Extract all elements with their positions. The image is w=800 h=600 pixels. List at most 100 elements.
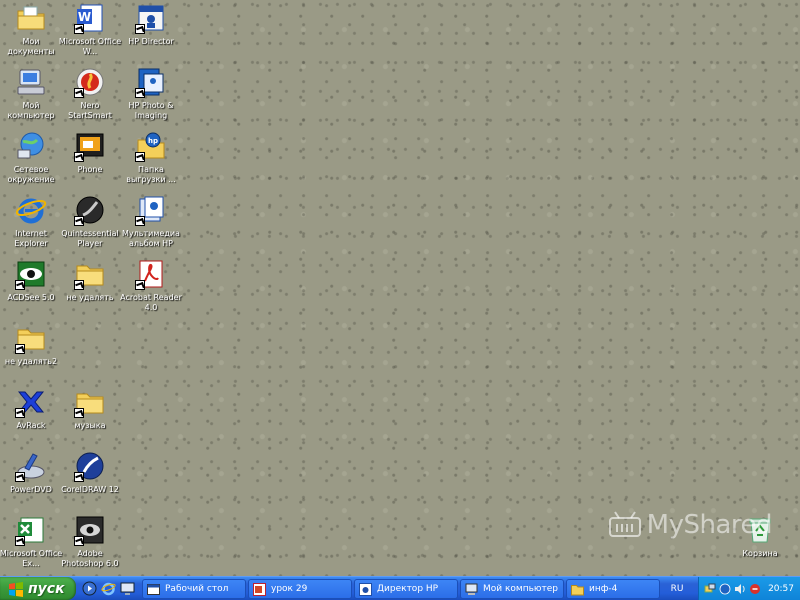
task-button-desktop[interactable]: Рабочий стол (142, 579, 246, 599)
tray-volume-icon[interactable] (734, 583, 746, 595)
desktop-icon-hp-folder[interactable]: hp Папка выгрузки ... (119, 130, 183, 185)
system-tray: 20:57 (698, 577, 800, 600)
photoshop-icon (74, 514, 106, 546)
shortcut-arrow-icon (135, 216, 145, 226)
quick-launch-ie-icon[interactable] (101, 581, 116, 596)
shortcut-arrow-icon (15, 280, 25, 290)
tray-network-icon[interactable] (704, 583, 716, 595)
language-indicator[interactable]: RU (664, 579, 690, 599)
task-button-label: урок 29 (271, 584, 308, 594)
shortcut-arrow-icon (15, 536, 25, 546)
desktop-icon-label: Microsoft Office Ex... (0, 549, 63, 568)
desktop-icon-label: Acrobat Reader 4.0 (120, 293, 182, 312)
coreldraw-icon (74, 450, 106, 482)
desktop-icon-powerdvd[interactable]: PowerDVD (0, 450, 63, 495)
desktop-icon-my-computer[interactable]: Мой компьютер (0, 66, 63, 121)
desktop-icon-label: ACDSee 5.0 (7, 293, 55, 302)
desktop-icon-quintessential[interactable]: Quintessential Player (58, 194, 122, 249)
desktop-icon-nero[interactable]: Nero StartSmart (58, 66, 122, 121)
desktop-icon-label: Папка выгрузки ... (126, 165, 176, 184)
start-button[interactable]: пуск (0, 577, 76, 600)
task-button-label: Мой компьютер (483, 584, 558, 594)
desktop-icon-label: HP Director (128, 37, 174, 46)
desktop-icon-hp-photo[interactable]: HP Photo & Imaging (119, 66, 183, 121)
myshared-logo-icon (608, 511, 641, 537)
desktop-icon-label: Мой компьютер (7, 101, 55, 120)
desktop-icon-photoshop[interactable]: Adobe Photoshop 6.0 (58, 514, 122, 569)
desktop-icon-avrack[interactable]: AvRack (0, 386, 63, 431)
folder-icon (74, 258, 106, 290)
task-button-inf-4[interactable]: инф-4 (566, 579, 660, 599)
quick-launch (82, 581, 135, 596)
quick-launch-desktop-icon[interactable] (120, 581, 135, 596)
desktop-icon-ne-udalyat[interactable]: не удалять (58, 258, 122, 303)
desktop-icon-my-documents[interactable]: Мои документы (0, 2, 63, 57)
desktop-icon-excel[interactable]: Microsoft Office Ex... (0, 514, 63, 569)
desktop-icon-word[interactable]: W Microsoft Office W... (58, 2, 122, 57)
desktop-icon-label: CorelDRAW 12 (61, 485, 119, 494)
shortcut-arrow-icon (74, 408, 84, 418)
task-button-my-computer[interactable]: Мой компьютер (460, 579, 564, 599)
desktop-icon-label: не удалять (66, 293, 114, 302)
clock[interactable]: 20:57 (768, 584, 794, 594)
desktop-window-icon (147, 583, 160, 596)
desktop: Мои документы Мой компьютер Сетевое окру… (0, 0, 800, 576)
svg-text:hp: hp (148, 137, 158, 145)
task-button-label: Директор HP (377, 584, 439, 594)
desktop-icon-coreldraw[interactable]: CorelDRAW 12 (58, 450, 122, 495)
shortcut-arrow-icon (135, 280, 145, 290)
desktop-icon-label: Nero StartSmart (68, 101, 112, 120)
shortcut-arrow-icon (74, 536, 84, 546)
shortcut-arrow-icon (135, 152, 145, 162)
desktop-icon-label: Сетевое окружение (7, 165, 55, 184)
watermark: MyShared (607, 510, 773, 540)
desktop-icon-label: Корзина (742, 549, 778, 558)
acrobat-icon (135, 258, 167, 290)
tray-hp-icon[interactable] (719, 583, 731, 595)
shortcut-arrow-icon (74, 216, 84, 226)
folder-icon (571, 583, 584, 596)
nero-icon (74, 66, 106, 98)
desktop-icon-label: Мои документы (7, 37, 55, 56)
windows-logo-icon (9, 581, 23, 597)
desktop-icon-label: Internet Explorer (14, 229, 48, 248)
desktop-icon-hp-director[interactable]: HP Director (119, 2, 183, 47)
desktop-icon-network[interactable]: Сетевое окружение (0, 130, 63, 185)
hp-director-icon (359, 582, 372, 596)
desktop-icon-hp-album[interactable]: Мультимедиа альбом HP (119, 194, 183, 249)
desktop-icon-label: музыка (74, 421, 106, 430)
hp-director-icon (135, 2, 167, 34)
desktop-icon-label: Quintessential Player (61, 229, 119, 248)
network-icon (15, 130, 47, 162)
tray-antivirus-icon[interactable] (749, 583, 761, 595)
desktop-icon-acdsee[interactable]: ACDSee 5.0 (0, 258, 63, 303)
folder-icon (15, 322, 47, 354)
hp-folder-icon: hp (135, 130, 167, 162)
taskbar: пуск Рабочий стол урок 29 Директор HP Мо… (0, 576, 800, 600)
quick-launch-media-icon[interactable] (82, 581, 97, 596)
desktop-icon-label: Adobe Photoshop 6.0 (61, 549, 119, 568)
shortcut-arrow-icon (135, 88, 145, 98)
task-button-urok-29[interactable]: урок 29 (248, 579, 352, 599)
desktop-icon-internet-explorer[interactable]: Internet Explorer (0, 194, 63, 249)
acdsee-icon (15, 258, 47, 290)
shortcut-arrow-icon (74, 472, 84, 482)
shortcut-arrow-icon (15, 472, 25, 482)
desktop-icon-label: HP Photo & Imaging (128, 101, 174, 120)
my-computer-icon (15, 66, 47, 98)
phone-icon (74, 130, 106, 162)
qplayer-icon (74, 194, 106, 226)
desktop-icon-phone[interactable]: Phone (58, 130, 122, 175)
desktop-icon-acrobat[interactable]: Acrobat Reader 4.0 (119, 258, 183, 313)
task-button-hp-director[interactable]: Директор HP (354, 579, 458, 599)
shortcut-arrow-icon (135, 24, 145, 34)
powerpoint-icon (253, 582, 266, 596)
desktop-icon-ne-udalyat2[interactable]: не удалять2 (0, 322, 63, 367)
shortcut-arrow-icon (74, 280, 84, 290)
hp-album-icon (135, 194, 167, 226)
watermark-text: MyShared (646, 510, 773, 540)
desktop-icon-muzyka[interactable]: музыка (58, 386, 122, 431)
powerdvd-icon (15, 450, 47, 482)
svg-text:W: W (78, 10, 91, 24)
shortcut-arrow-icon (74, 24, 84, 34)
